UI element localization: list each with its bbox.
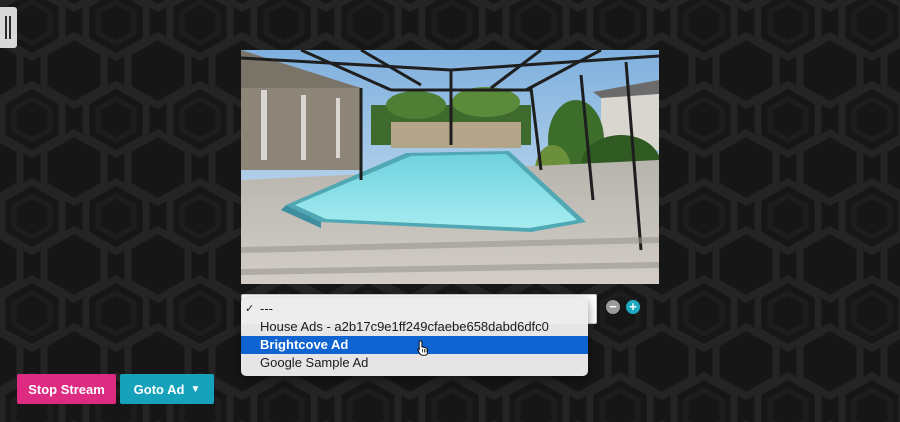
caret-down-icon: ▼ — [190, 383, 201, 395]
dropdown-option-highlighted[interactable]: Brightcove Ad — [241, 336, 588, 354]
stop-stream-button[interactable]: Stop Stream — [17, 374, 116, 404]
pool-image — [241, 50, 659, 284]
dropdown-option[interactable]: ✓ --- — [241, 300, 588, 318]
handle-grip-icon — [9, 16, 11, 39]
checkmark-icon: ✓ — [245, 303, 255, 315]
option-label: --- — [260, 301, 273, 316]
sidebar-toggle-handle[interactable] — [0, 7, 17, 48]
ad-select-dropdown[interactable]: ✓ --- House Ads - a2b17c9e1ff249cfaebe65… — [241, 298, 588, 376]
dropdown-option[interactable]: House Ads - a2b17c9e1ff249cfaebe658dabd6… — [241, 318, 588, 336]
add-ad-button[interactable]: + — [626, 300, 640, 314]
handle-grip-icon — [5, 16, 7, 39]
option-label: Brightcove Ad — [260, 337, 349, 352]
hand-pointer-icon — [417, 340, 429, 356]
plus-icon: + — [629, 299, 637, 314]
goto-ad-button[interactable]: Goto Ad ▼ — [120, 374, 214, 404]
goto-ad-label: Goto Ad — [133, 381, 185, 397]
video-preview[interactable] — [241, 50, 659, 284]
option-label: House Ads - a2b17c9e1ff249cfaebe658dabd6… — [260, 319, 549, 334]
remove-ad-button[interactable]: − — [606, 300, 620, 314]
option-label: Google Sample Ad — [260, 355, 369, 370]
stop-stream-label: Stop Stream — [28, 381, 105, 397]
dropdown-option[interactable]: Google Sample Ad — [241, 354, 588, 372]
minus-icon: − — [609, 299, 617, 314]
